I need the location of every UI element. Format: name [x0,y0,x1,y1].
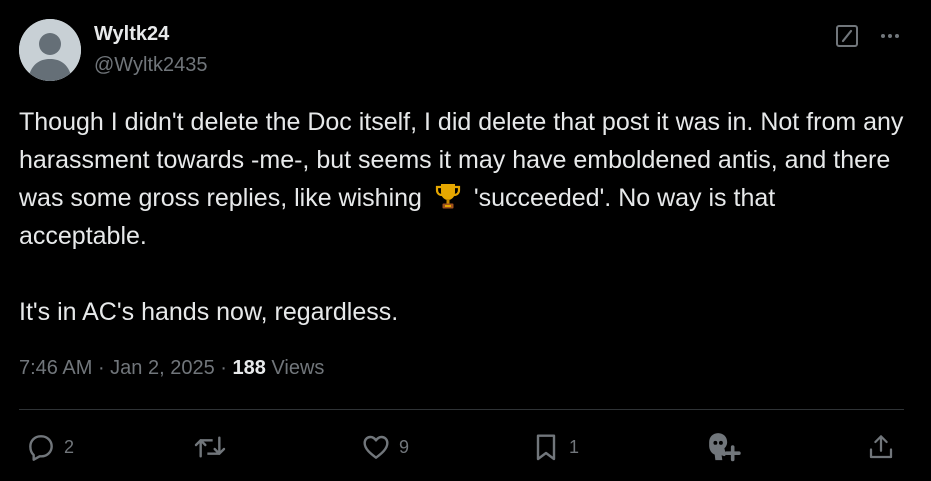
author-name[interactable]: Wyltk24 [94,21,169,47]
retweet-icon [194,436,226,458]
more-icon [881,34,899,38]
grok-person-plus-icon [709,433,741,462]
bookmark-count: 1 [569,436,580,457]
heart-icon [363,435,389,459]
meta-separator: · [214,357,233,379]
share-button[interactable] [866,429,896,465]
like-button[interactable]: 9 [360,429,409,465]
grok-action-button[interactable] [705,429,741,465]
avatar[interactable] [19,19,81,81]
bookmark-button[interactable]: 1 [530,429,579,465]
bookmark-icon [536,434,556,461]
like-count: 9 [399,436,410,457]
tweet-text: Though I didn't delete the Doc itself, I… [19,103,909,331]
grok-button[interactable] [834,23,860,49]
default-avatar-icon [19,19,81,81]
tweet-paragraph: It's in AC's hands now, regardless. [19,298,399,326]
reply-button[interactable]: 2 [25,429,74,465]
tweet-time[interactable]: 7:46 AM [19,357,92,379]
tweet-meta: 7:46 AM · Jan 2, 2025 · 188 Views [19,355,324,381]
reply-count: 2 [64,436,75,457]
trophy-icon [429,181,467,211]
tweet-date[interactable]: Jan 2, 2025 [110,357,215,379]
grok-slash-icon [836,25,858,47]
more-button[interactable] [876,23,904,49]
tweet-paragraph: Though I didn't delete the Doc itself, I… [19,103,909,255]
views-count: 188 [232,357,266,379]
divider [19,409,904,410]
views-label: Views [265,357,325,379]
reply-icon [29,435,53,461]
share-icon [869,435,893,459]
meta-separator: · [92,357,111,379]
retweet-button[interactable] [192,429,235,465]
author-handle[interactable]: @Wyltk2435 [94,52,208,78]
